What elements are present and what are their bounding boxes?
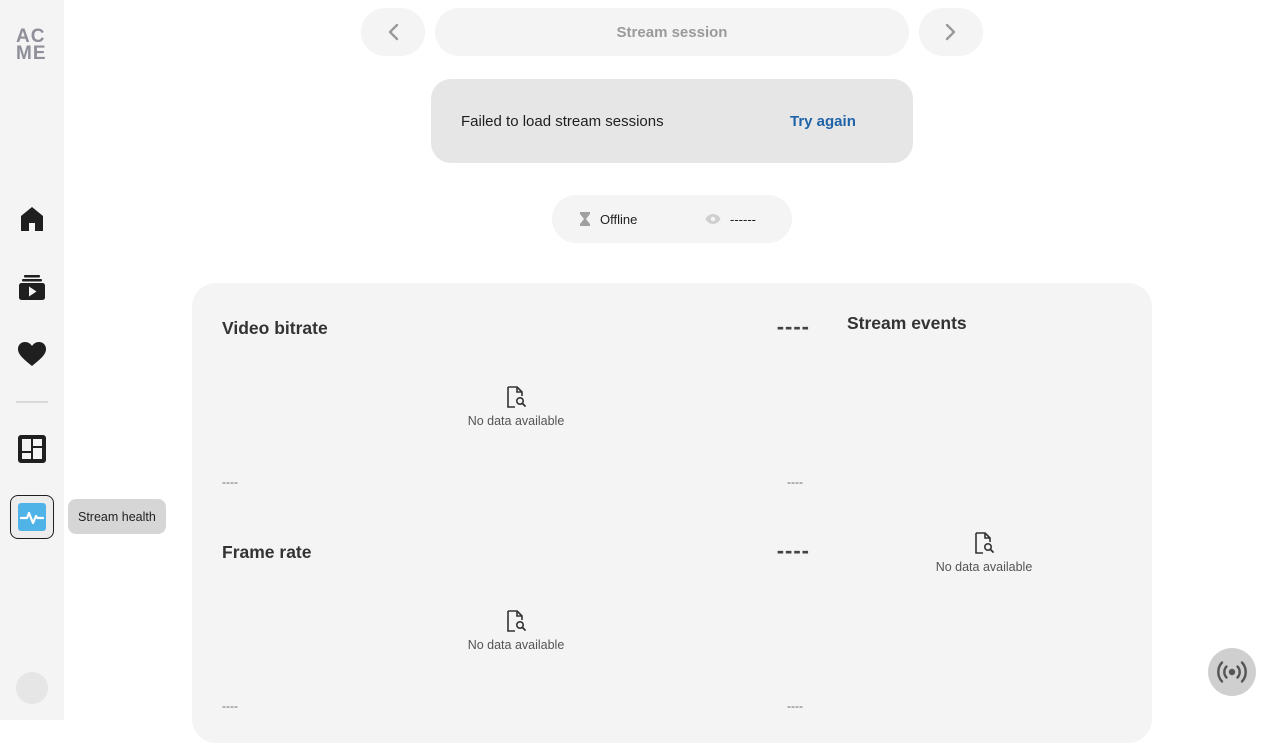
stream-events-empty-state: No data available <box>914 532 1054 574</box>
video-bitrate-value: ---- <box>776 314 810 339</box>
sidebar-item-videos[interactable] <box>10 265 54 309</box>
sidebar-item-dashboard[interactable] <box>10 427 54 471</box>
stream-status-pill: Offline ------ <box>552 195 792 243</box>
frame-rate-title: Frame rate <box>222 542 312 562</box>
document-search-icon <box>507 386 526 408</box>
stream-events-title: Stream events <box>847 313 967 333</box>
error-banner: Failed to load stream sessions Try again <box>431 79 913 163</box>
video-bitrate-title: Video bitrate <box>222 318 328 338</box>
video-bitrate-empty-text: No data available <box>467 414 565 428</box>
document-search-icon <box>975 532 994 554</box>
sidebar-item-stream-health[interactable] <box>10 495 54 539</box>
chevron-right-icon <box>945 23 956 41</box>
broadcast-button[interactable] <box>1208 648 1256 696</box>
chevron-left-icon <box>388 23 399 41</box>
hourglass-icon <box>580 212 590 226</box>
frame-rate-axis-end: ---- <box>787 699 803 713</box>
stream-health-tooltip: Stream health <box>68 499 166 534</box>
viewer-count: ------ <box>705 195 756 243</box>
document-search-icon <box>507 610 526 632</box>
sidebar: AC ME <box>0 0 64 720</box>
previous-session-button[interactable] <box>361 8 425 56</box>
stream-health-card: Video bitrate ---- No data available ---… <box>192 283 1152 743</box>
try-again-button[interactable]: Try again <box>790 113 856 130</box>
stream-state-label: Offline <box>600 211 638 227</box>
broadcast-icon <box>1217 661 1247 683</box>
frame-rate-empty-text: No data available <box>467 638 565 652</box>
sidebar-divider <box>16 401 48 403</box>
sidebar-item-home[interactable] <box>10 197 54 241</box>
frame-rate-empty-state: No data available <box>446 610 586 652</box>
video-bitrate-empty-state: No data available <box>446 386 586 428</box>
video-library-icon <box>19 275 45 300</box>
sidebar-item-favorites[interactable] <box>10 332 54 376</box>
viewer-count-value: ------ <box>730 211 756 227</box>
eye-icon <box>705 214 721 224</box>
app-logo[interactable]: AC ME <box>16 27 50 64</box>
pulse-icon <box>18 503 46 531</box>
home-icon <box>21 207 43 231</box>
session-title: Stream session <box>435 8 909 56</box>
dashboard-icon <box>18 435 46 463</box>
video-bitrate-axis-end: ---- <box>787 475 803 489</box>
heart-icon <box>18 341 46 366</box>
video-bitrate-axis-start: ---- <box>222 475 238 489</box>
error-message: Failed to load stream sessions <box>461 112 664 130</box>
logo-line-2: ME <box>16 43 47 64</box>
frame-rate-value: ---- <box>776 538 810 563</box>
next-session-button[interactable] <box>919 8 983 56</box>
frame-rate-axis-start: ---- <box>222 699 238 713</box>
stream-state: Offline <box>579 195 637 243</box>
stream-events-empty-text: No data available <box>935 560 1033 574</box>
user-avatar[interactable] <box>16 672 48 704</box>
